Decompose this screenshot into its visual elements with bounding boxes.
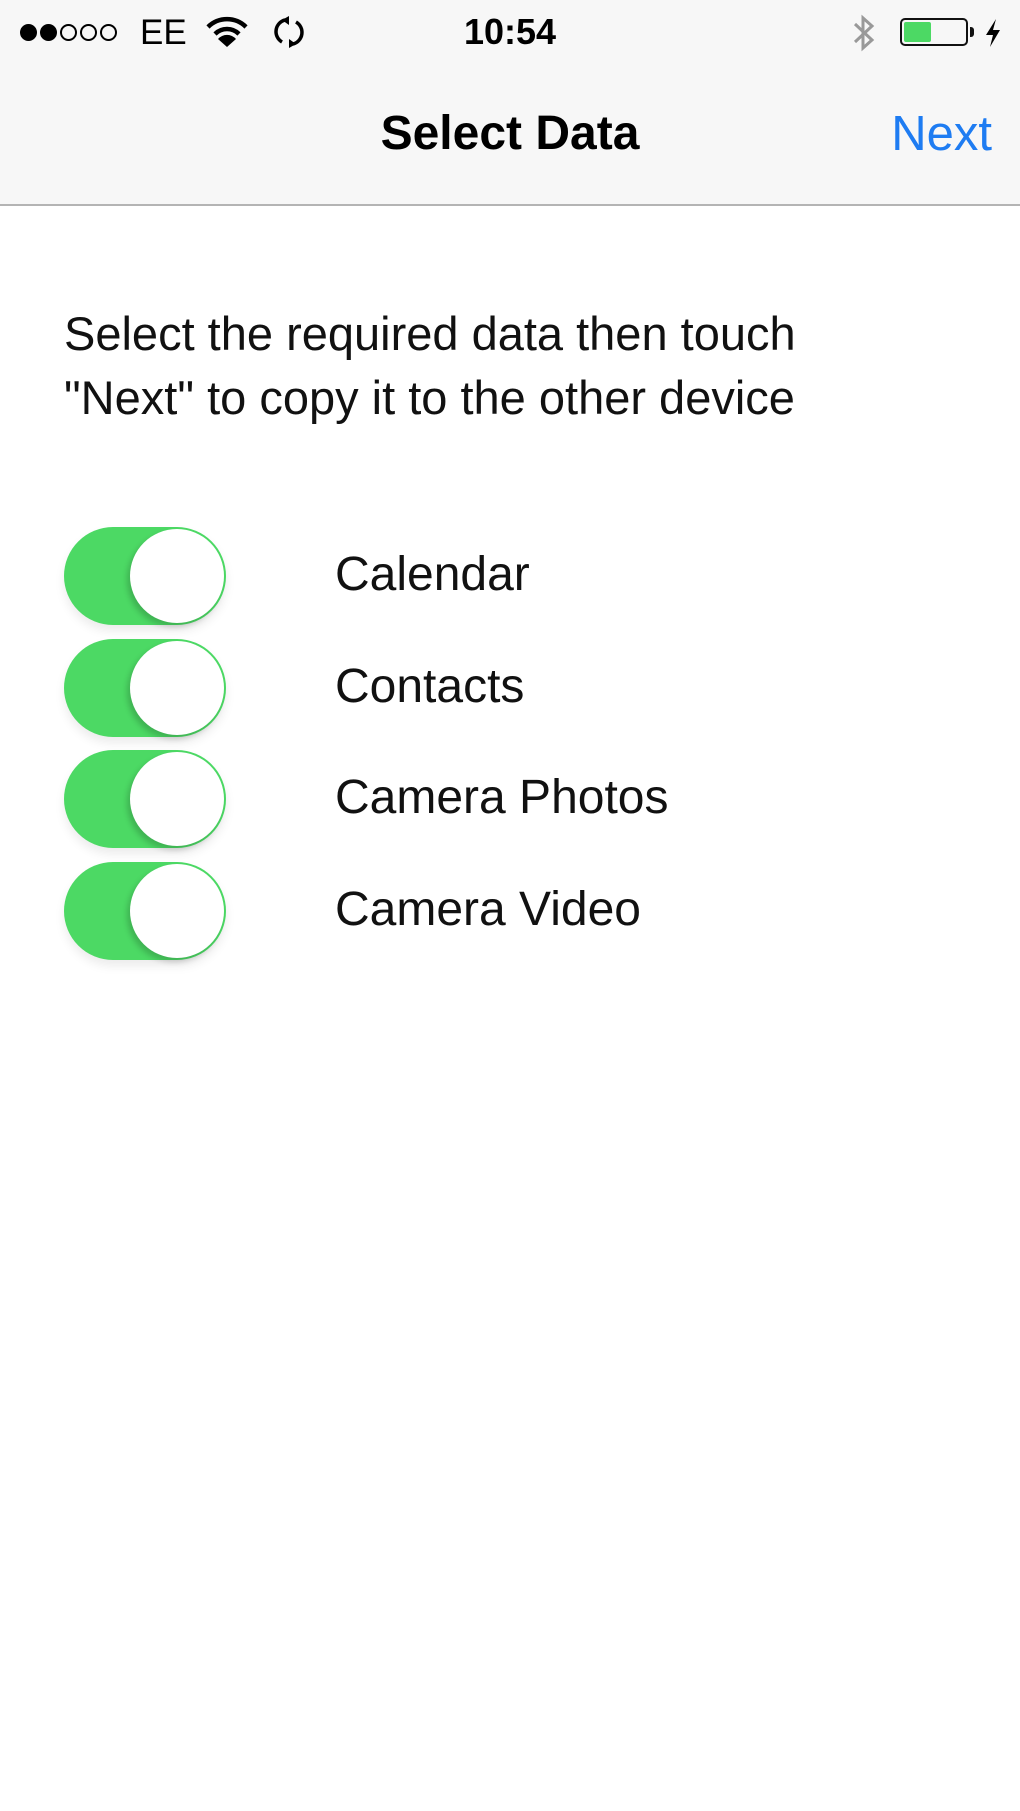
camera-video-toggle[interactable] — [64, 861, 226, 960]
option-row-calendar: Calendar — [0, 527, 1020, 639]
toggle-knob — [130, 752, 224, 846]
battery-terminal — [970, 27, 974, 37]
calendar-toggle[interactable] — [64, 527, 226, 625]
option-label: Camera Video — [335, 882, 641, 936]
instructions-line-1: Select the required data then touch — [64, 307, 796, 360]
option-label: Camera Photos — [335, 771, 669, 824]
option-row-camera-photos: Camera Photos — [0, 750, 1020, 862]
instructions-text: Select the required data then touch "Nex… — [64, 302, 964, 430]
battery-icon — [900, 18, 968, 46]
toggle-knob — [130, 529, 224, 623]
option-row-contacts: Contacts — [0, 638, 1020, 751]
toggle-knob — [130, 640, 224, 735]
camera-photos-toggle[interactable] — [64, 750, 226, 848]
navigation-bar: Select Data Next — [0, 66, 1020, 206]
lightning-bolt-icon — [986, 19, 1000, 47]
option-row-camera-video: Camera Video — [0, 861, 1020, 974]
page-title: Select Data — [380, 107, 640, 160]
bluetooth-icon — [853, 14, 875, 52]
toggle-knob — [130, 863, 224, 958]
next-button[interactable]: Next — [891, 106, 992, 162]
battery-level-fill — [904, 22, 931, 42]
data-options-list: Calendar Contacts Camera Photos Camera V… — [0, 527, 1020, 973]
instructions-line-2: "Next" to copy it to the other device — [64, 371, 795, 424]
contacts-toggle[interactable] — [64, 638, 226, 737]
status-bar: EE 10:54 — [0, 0, 1020, 66]
option-label: Contacts — [335, 659, 525, 713]
option-label: Calendar — [335, 548, 530, 601]
